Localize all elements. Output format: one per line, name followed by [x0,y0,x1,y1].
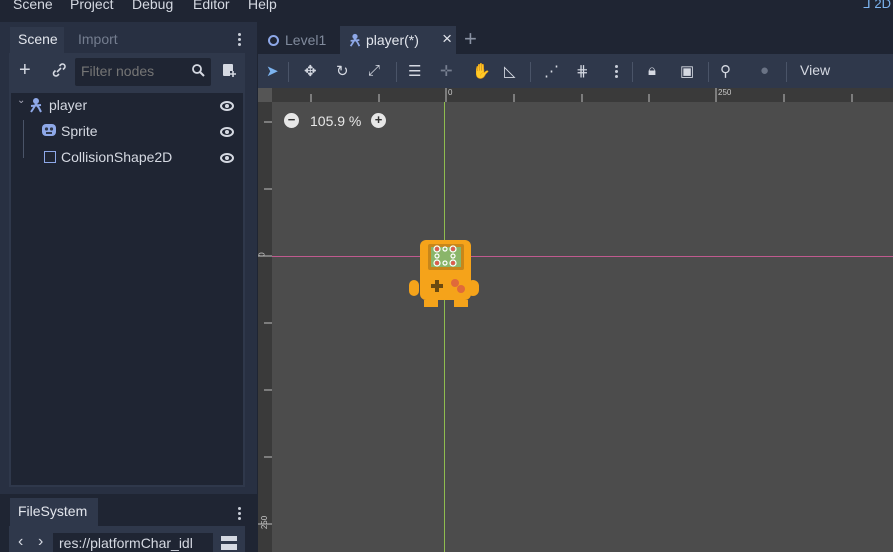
ruler-tool-icon[interactable]: ◺ [504,62,516,80]
tree-item-collisionshape2d[interactable]: CollisionShape2D [11,132,243,170]
tab-import[interactable]: Import [70,27,140,53]
search-icon [191,63,205,80]
ruler-vertical: 0 250 [258,102,272,552]
menu-bar: Scene Project Debug Editor Help ⅃ 2D [0,0,893,14]
node2d-icon [268,35,279,46]
toolbar-separator [708,62,709,82]
filesystem-path-field[interactable]: res://platformChar_idl [53,533,213,552]
grid-snap-icon[interactable]: ⋕ [576,62,589,80]
ruler-label: 0 [448,88,453,97]
camera-icon[interactable]: ● [760,62,769,79]
menu-help[interactable]: Help [248,0,277,12]
filesystem-menu-icon[interactable] [238,505,242,522]
lock-icon[interactable]: 🔒︎ [648,62,656,79]
y-axis-line [444,102,445,552]
toolbar-separator [530,62,531,82]
tab-player[interactable]: player(*) × [340,26,456,54]
visibility-eye-icon[interactable] [220,127,234,137]
tab-label: Level1 [285,32,327,48]
tab-filesystem[interactable]: FileSystem [10,498,98,526]
tree-item-label: player [49,97,88,113]
close-tab-icon[interactable]: × [442,29,452,49]
editor-scene-tabs: Level1 player(*) × + [258,22,893,54]
ruler-corner [258,88,272,102]
collapse-arrow-icon[interactable]: ⌄ [17,95,25,106]
menu-debug[interactable]: Debug [132,0,173,12]
menu-project[interactable]: Project [70,0,114,12]
toolbar-separator [288,62,289,82]
pivot-tool-icon[interactable]: ✛ [440,62,453,80]
zoom-in-button[interactable]: + [371,113,386,128]
select-tool-icon[interactable]: ➤ [266,62,279,80]
ruler-label: 0 [258,252,267,257]
2d-mode-icon: ⅃ [863,0,871,11]
ruler-label: 250 [718,88,732,97]
scale-tool-icon[interactable]: ⤢ [368,62,380,79]
pan-tool-icon[interactable]: ✋ [472,62,491,80]
ruler-horizontal: 0 250 [272,88,893,102]
zoom-out-button[interactable]: − [284,113,299,128]
rotate-tool-icon[interactable]: ↻ [336,62,349,80]
zoom-level[interactable]: 105.9 % [310,113,361,129]
filter-nodes-field[interactable] [75,58,211,86]
x-axis-line [272,256,893,257]
toolbar-separator [786,62,787,82]
tree-item-player[interactable]: ⌄ player [11,94,243,118]
link-icon[interactable] [51,62,67,83]
forward-arrow-icon[interactable]: › [38,533,43,551]
menu-scene[interactable]: Scene [13,0,53,12]
collision-shape-icon [44,151,56,163]
player-sprite[interactable] [408,234,482,308]
scene-tree: ⌄ player Sprite CollisionShape2D [11,93,243,485]
kinematic-body-icon [348,33,362,50]
scene-dock-menu-icon[interactable] [238,31,242,48]
attach-script-icon[interactable] [221,62,237,83]
new-tab-icon[interactable]: + [464,26,477,52]
tree-item-label: CollisionShape2D [61,149,173,165]
visibility-eye-icon[interactable] [220,101,234,111]
tab-level1[interactable]: Level1 [260,26,340,54]
smart-snap-icon[interactable]: ⋰ [544,62,559,80]
tree-guide-line [23,132,24,158]
tree-item-sprite[interactable]: Sprite [11,120,243,144]
canvas-viewport[interactable]: 0 250 0 250 − 105.9 % + [258,88,893,552]
kinematic-body-icon [28,97,44,116]
move-tool-icon[interactable]: ✥ [304,62,317,80]
ruler-label: 250 [260,515,270,530]
view-menu-button[interactable]: View [800,62,830,78]
tab-scene[interactable]: Scene [10,27,64,53]
sprite-icon [42,123,56,140]
mode-2d-button[interactable]: ⅃ 2D [864,0,892,12]
bone-icon[interactable]: ⚲ [720,62,731,80]
snap-options-icon[interactable] [615,63,619,80]
filter-nodes-input[interactable] [81,63,185,79]
toolbar-separator [396,62,397,82]
canvas-toolbar: ➤ ✥ ↻ ⤢ ☰ ✛ ✋ ◺ ⋰ ⋕ 🔒︎ ▣ ⚲ ● View [258,54,893,88]
add-node-icon[interactable]: + [19,60,31,80]
list-select-icon[interactable]: ☰ [408,62,421,80]
tree-item-label: Sprite [61,123,98,139]
mode-2d-label: 2D [874,0,891,11]
toolbar-separator [632,62,633,82]
tree-guide-line [23,120,24,132]
group-icon[interactable]: ▣ [680,62,694,80]
visibility-eye-icon[interactable] [220,153,234,163]
split-view-icon[interactable] [221,536,237,550]
tab-label: player(*) [366,32,419,48]
back-arrow-icon[interactable]: ‹ [18,533,23,551]
menu-editor[interactable]: Editor [193,0,230,12]
